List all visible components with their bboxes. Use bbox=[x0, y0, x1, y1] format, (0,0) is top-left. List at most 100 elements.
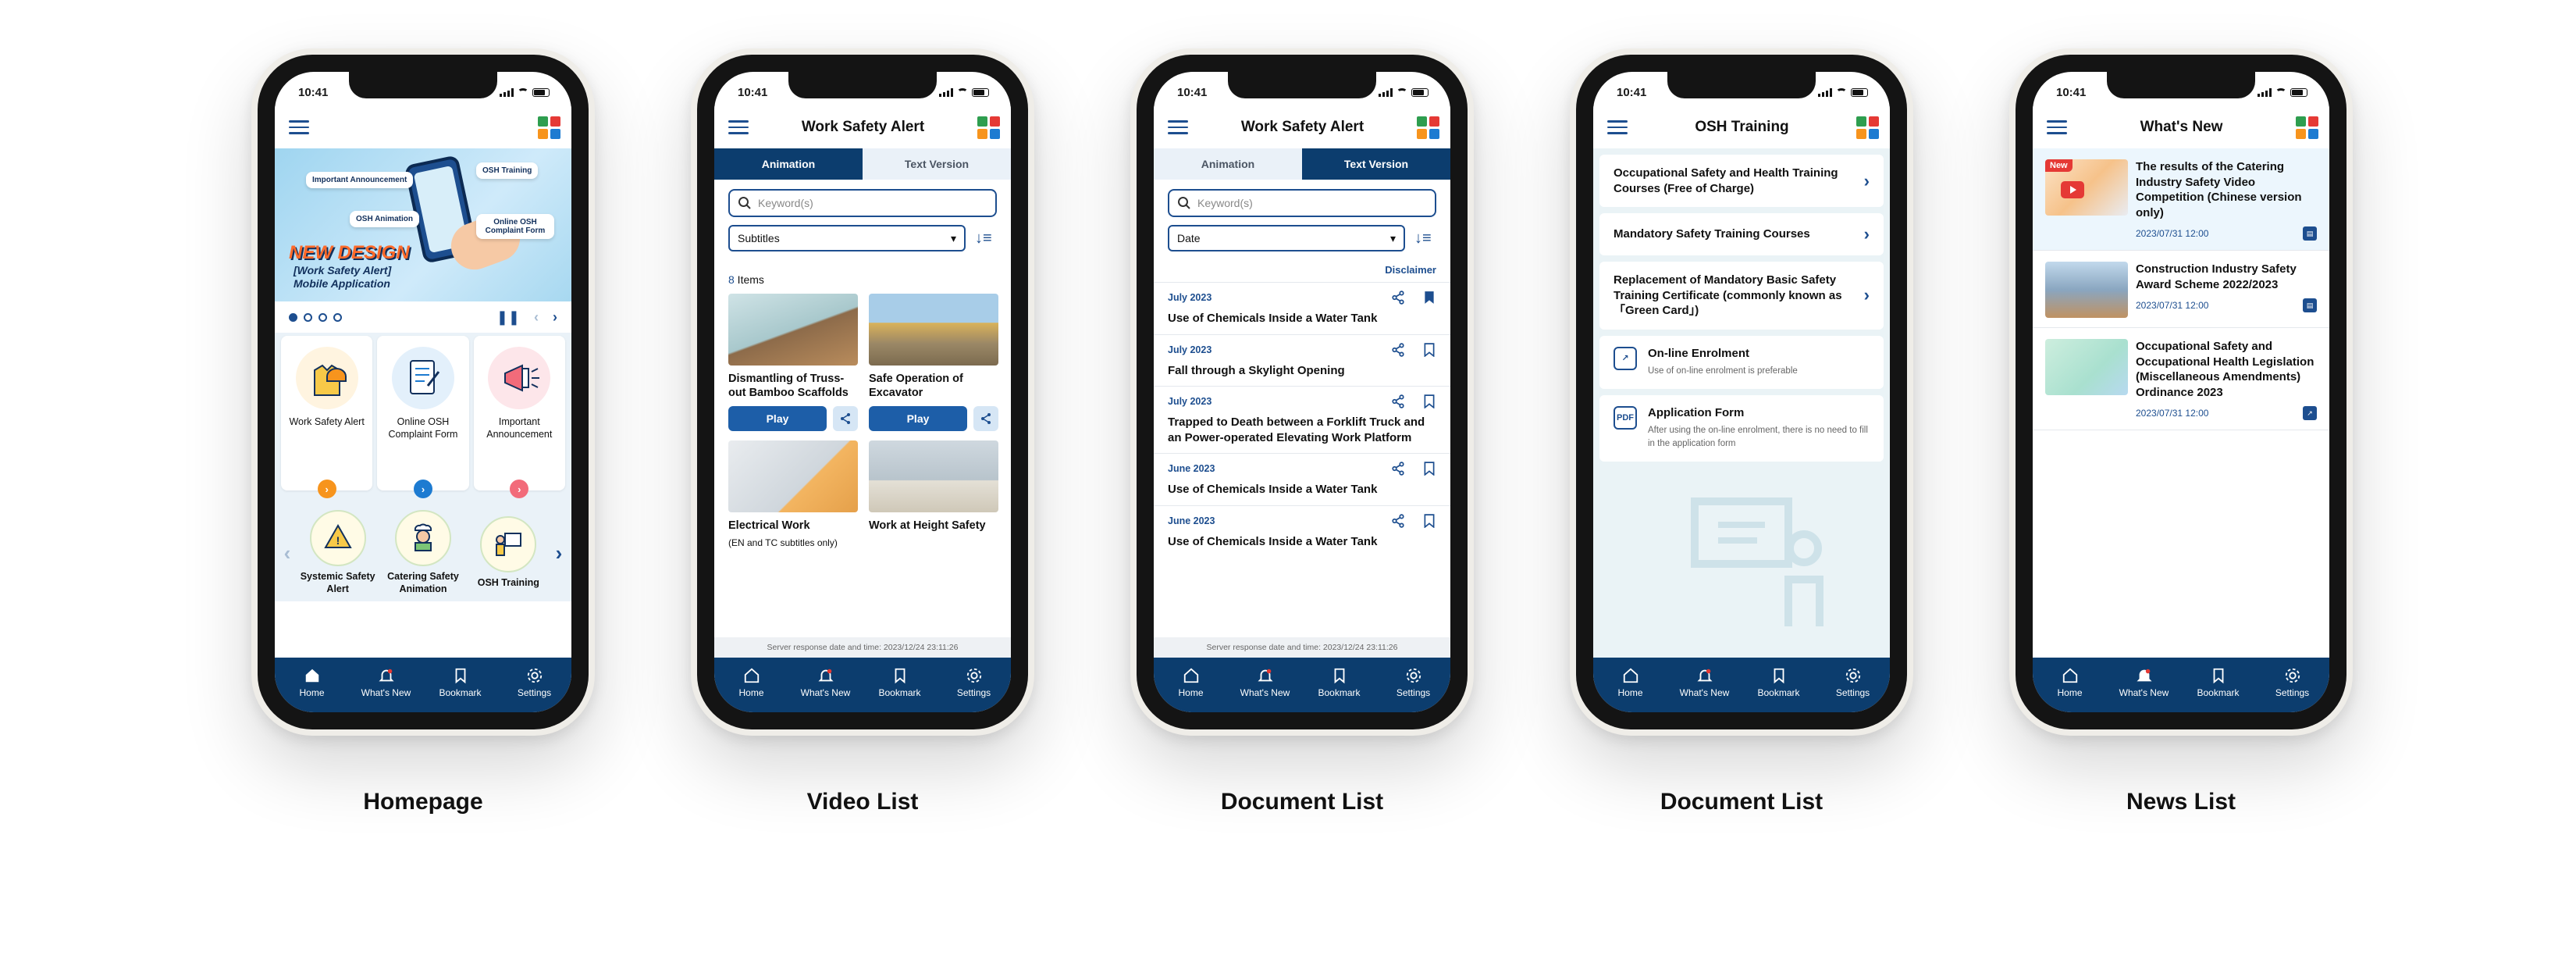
chevron-right-icon[interactable]: › bbox=[553, 309, 557, 326]
nav-whats-new[interactable]: What's New bbox=[1234, 667, 1297, 698]
video-card[interactable]: Work at Height Safety bbox=[869, 440, 998, 548]
nav-whats-new[interactable]: What's New bbox=[1674, 667, 1736, 698]
nav-settings[interactable]: Settings bbox=[1822, 667, 1884, 698]
subtitle-filter-select[interactable]: Subtitles ▾ bbox=[728, 225, 966, 251]
card-online-complaint-form[interactable]: Online OSH Complaint Form › bbox=[377, 336, 469, 498]
chevron-right-icon[interactable]: › bbox=[551, 541, 567, 565]
news-thumbnail: New bbox=[2045, 159, 2128, 216]
list-item[interactable]: July 2023 Fall through a Skylight Openin… bbox=[1154, 333, 1450, 387]
nav-whats-new[interactable]: What's New bbox=[355, 667, 418, 698]
tab-text-version[interactable]: Text Version bbox=[863, 148, 1011, 180]
share-icon[interactable] bbox=[973, 406, 998, 432]
carousel-dot[interactable] bbox=[333, 312, 342, 322]
application-form[interactable]: PDF Application Form After using the on-… bbox=[1599, 394, 1884, 462]
bookmark-icon[interactable] bbox=[1422, 513, 1436, 528]
nav-bookmark[interactable]: Bookmark bbox=[1748, 667, 1810, 698]
list-item[interactable]: June 2023 Use of Chemicals Inside a Wate… bbox=[1154, 453, 1450, 505]
labour-department-logo bbox=[538, 116, 560, 139]
tab-text-version[interactable]: Text Version bbox=[1302, 148, 1450, 180]
status-time: 10:41 bbox=[1177, 85, 1208, 99]
nav-home[interactable]: Home bbox=[281, 667, 343, 698]
date-filter-select[interactable]: Date ▾ bbox=[1168, 225, 1405, 251]
search-input[interactable]: Keyword(s) bbox=[1168, 189, 1436, 217]
nav-settings[interactable]: Settings bbox=[943, 667, 1005, 698]
bookmark-filled-icon[interactable] bbox=[1422, 291, 1436, 305]
video-thumbnail[interactable] bbox=[869, 294, 998, 366]
carousel-dot[interactable] bbox=[318, 312, 327, 322]
video-thumbnail[interactable] bbox=[728, 440, 858, 513]
play-button[interactable]: Play bbox=[728, 406, 827, 432]
pdf-icon: PDF bbox=[1614, 405, 1637, 430]
shortcut-osh-training[interactable]: OSH Training bbox=[466, 516, 551, 590]
promo-banner[interactable]: Important Announcement OSH Training OSH … bbox=[275, 148, 571, 301]
menu-icon[interactable] bbox=[1607, 120, 1628, 134]
disclaimer-link[interactable]: Disclaimer bbox=[1168, 264, 1436, 276]
card-important-announcement[interactable]: Important Announcement › bbox=[473, 336, 565, 498]
nav-home[interactable]: Home bbox=[2039, 667, 2101, 698]
link-mandatory-courses[interactable]: Mandatory Safety Training Courses › bbox=[1599, 213, 1884, 255]
video-thumbnail[interactable] bbox=[728, 294, 858, 366]
news-item[interactable]: Construction Industry Safety Award Schem… bbox=[2033, 251, 2329, 328]
video-card[interactable]: Safe Operation of Excavator Play bbox=[869, 294, 998, 432]
sort-icon[interactable]: ↓≡ bbox=[1414, 230, 1436, 248]
share-icon[interactable] bbox=[833, 406, 858, 432]
bookmark-icon[interactable] bbox=[1422, 342, 1436, 357]
carousel-dot[interactable] bbox=[289, 312, 297, 322]
nav-label: Settings bbox=[2275, 687, 2310, 698]
nav-home[interactable]: Home bbox=[720, 667, 783, 698]
nav-home[interactable]: Home bbox=[1160, 667, 1222, 698]
nav-bookmark[interactable]: Bookmark bbox=[2187, 667, 2250, 698]
online-enrolment[interactable]: ↗ On-line Enrolment Use of on-line enrol… bbox=[1599, 335, 1884, 389]
list-item[interactable]: June 2023 Use of Chemicals Inside a Wate… bbox=[1154, 505, 1450, 558]
news-item[interactable]: Occupational Safety and Occupational Hea… bbox=[2033, 328, 2329, 430]
phone-frame: 10:41 Work Safety Alert Animation Text V… bbox=[691, 48, 1034, 736]
link-osh-free-courses[interactable]: Occupational Safety and Health Training … bbox=[1599, 155, 1884, 207]
chevron-left-icon[interactable]: ‹ bbox=[534, 309, 539, 326]
share-icon[interactable] bbox=[1391, 291, 1405, 305]
nav-whats-new[interactable]: What's New bbox=[795, 667, 857, 698]
chevron-right-icon[interactable]: › bbox=[413, 480, 432, 498]
menu-icon[interactable] bbox=[289, 120, 309, 134]
bookmark-icon[interactable] bbox=[1422, 462, 1436, 476]
shortcut-systemic-safety-alert[interactable]: ! Systemic Safety Alert bbox=[295, 510, 380, 595]
link-green-card-replacement[interactable]: Replacement of Mandatory Basic Safety Tr… bbox=[1599, 262, 1884, 330]
play-button[interactable]: Play bbox=[869, 406, 967, 432]
nav-bookmark[interactable]: Bookmark bbox=[869, 667, 931, 698]
sort-icon[interactable]: ↓≡ bbox=[975, 230, 997, 248]
menu-icon[interactable] bbox=[728, 120, 749, 134]
chevron-right-icon[interactable]: › bbox=[317, 480, 336, 498]
tab-animation[interactable]: Animation bbox=[1154, 148, 1302, 180]
video-thumbnail[interactable] bbox=[869, 440, 998, 513]
video-card[interactable]: Electrical Work (EN and TC subtitles onl… bbox=[728, 440, 858, 548]
nav-home[interactable]: Home bbox=[1599, 667, 1662, 698]
share-icon[interactable] bbox=[1391, 462, 1405, 476]
share-icon[interactable] bbox=[1391, 513, 1405, 528]
menu-icon[interactable] bbox=[2047, 120, 2067, 134]
pause-icon[interactable]: ❚❚ bbox=[496, 309, 520, 326]
nav-settings[interactable]: Settings bbox=[2261, 667, 2324, 698]
menu-icon[interactable] bbox=[1168, 120, 1188, 134]
search-placeholder: Keyword(s) bbox=[1197, 197, 1253, 209]
card-work-safety-alert[interactable]: Work Safety Alert › bbox=[281, 336, 373, 498]
list-item[interactable]: July 2023 Trapped to Death between a For… bbox=[1154, 386, 1450, 453]
doc-date: June 2023 bbox=[1168, 463, 1215, 474]
app-bar: Work Safety Alert bbox=[714, 106, 1011, 148]
bookmark-icon[interactable] bbox=[1422, 394, 1436, 408]
nav-whats-new[interactable]: What's New bbox=[2113, 667, 2176, 698]
share-icon[interactable] bbox=[1391, 342, 1405, 357]
nav-settings[interactable]: Settings bbox=[1382, 667, 1445, 698]
news-item[interactable]: New The results of the Catering Industry… bbox=[2033, 148, 2329, 251]
nav-bookmark[interactable]: Bookmark bbox=[429, 667, 492, 698]
nav-bookmark[interactable]: Bookmark bbox=[1308, 667, 1371, 698]
list-item[interactable]: July 2023 Use of Chemicals Inside a Wate… bbox=[1154, 282, 1450, 334]
shortcut-catering-safety-animation[interactable]: Catering Safety Animation bbox=[380, 510, 465, 595]
chevron-left-icon[interactable]: ‹ bbox=[279, 541, 295, 565]
video-card[interactable]: Dismantling of Truss-out Bamboo Scaffold… bbox=[728, 294, 858, 432]
carousel-dot[interactable] bbox=[304, 312, 312, 322]
share-icon[interactable] bbox=[1391, 394, 1405, 408]
tab-animation[interactable]: Animation bbox=[714, 148, 863, 180]
nav-settings[interactable]: Settings bbox=[503, 667, 566, 698]
banner-bubble-osh-training: OSH Training bbox=[476, 162, 539, 179]
feature-cards: Work Safety Alert › Online OSH Complaint… bbox=[275, 333, 571, 498]
search-input[interactable]: Keyword(s) bbox=[728, 189, 997, 217]
